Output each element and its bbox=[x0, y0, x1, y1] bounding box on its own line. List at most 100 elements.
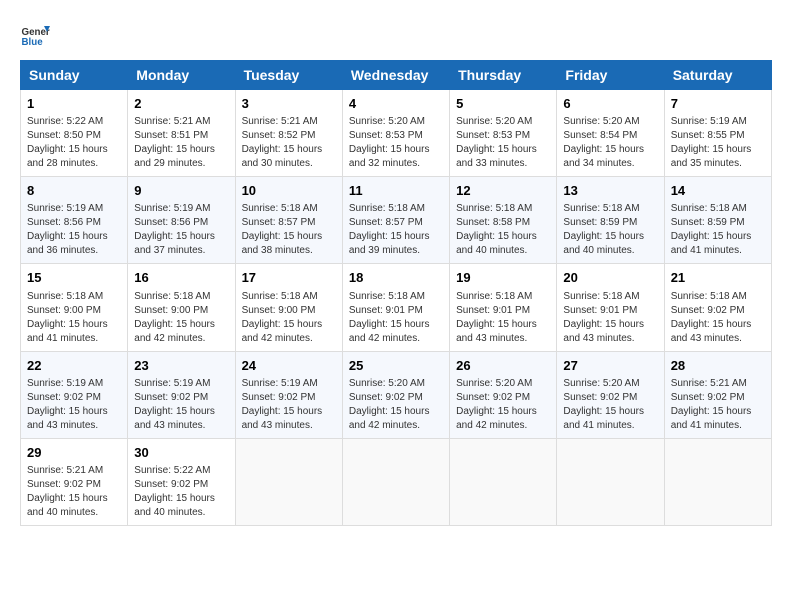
day-info: Sunrise: 5:18 AMSunset: 9:00 PMDaylight:… bbox=[134, 291, 215, 344]
day-info: Sunrise: 5:20 AMSunset: 8:53 PMDaylight:… bbox=[349, 116, 430, 169]
day-info: Sunrise: 5:20 AMSunset: 8:54 PMDaylight:… bbox=[563, 116, 644, 169]
table-row: 17 Sunrise: 5:18 AMSunset: 9:00 PMDaylig… bbox=[235, 264, 342, 351]
day-number: 1 bbox=[27, 95, 121, 113]
day-number: 15 bbox=[27, 269, 121, 287]
day-number: 10 bbox=[242, 182, 336, 200]
table-row: 22 Sunrise: 5:19 AMSunset: 9:02 PMDaylig… bbox=[21, 351, 128, 438]
day-info: Sunrise: 5:20 AMSunset: 9:02 PMDaylight:… bbox=[456, 378, 537, 431]
table-row bbox=[557, 438, 664, 525]
day-number: 6 bbox=[563, 95, 657, 113]
logo: General Blue bbox=[20, 20, 56, 50]
table-row: 18 Sunrise: 5:18 AMSunset: 9:01 PMDaylig… bbox=[342, 264, 449, 351]
table-row: 24 Sunrise: 5:19 AMSunset: 9:02 PMDaylig… bbox=[235, 351, 342, 438]
table-row: 10 Sunrise: 5:18 AMSunset: 8:57 PMDaylig… bbox=[235, 177, 342, 264]
day-info: Sunrise: 5:18 AMSunset: 8:57 PMDaylight:… bbox=[242, 203, 323, 256]
table-row: 14 Sunrise: 5:18 AMSunset: 8:59 PMDaylig… bbox=[664, 177, 771, 264]
day-number: 19 bbox=[456, 269, 550, 287]
day-info: Sunrise: 5:19 AMSunset: 8:55 PMDaylight:… bbox=[671, 116, 752, 169]
day-number: 28 bbox=[671, 357, 765, 375]
table-row: 12 Sunrise: 5:18 AMSunset: 8:58 PMDaylig… bbox=[450, 177, 557, 264]
table-row: 23 Sunrise: 5:19 AMSunset: 9:02 PMDaylig… bbox=[128, 351, 235, 438]
day-number: 20 bbox=[563, 269, 657, 287]
table-row bbox=[235, 438, 342, 525]
day-number: 27 bbox=[563, 357, 657, 375]
day-info: Sunrise: 5:18 AMSunset: 8:57 PMDaylight:… bbox=[349, 203, 430, 256]
day-info: Sunrise: 5:18 AMSunset: 8:59 PMDaylight:… bbox=[671, 203, 752, 256]
day-info: Sunrise: 5:20 AMSunset: 9:02 PMDaylight:… bbox=[349, 378, 430, 431]
table-row: 5 Sunrise: 5:20 AMSunset: 8:53 PMDayligh… bbox=[450, 90, 557, 177]
day-number: 4 bbox=[349, 95, 443, 113]
table-row: 11 Sunrise: 5:18 AMSunset: 8:57 PMDaylig… bbox=[342, 177, 449, 264]
day-info: Sunrise: 5:18 AMSunset: 9:02 PMDaylight:… bbox=[671, 291, 752, 344]
day-info: Sunrise: 5:18 AMSunset: 9:00 PMDaylight:… bbox=[242, 291, 323, 344]
day-info: Sunrise: 5:21 AMSunset: 8:52 PMDaylight:… bbox=[242, 116, 323, 169]
day-info: Sunrise: 5:19 AMSunset: 8:56 PMDaylight:… bbox=[134, 203, 215, 256]
day-number: 25 bbox=[349, 357, 443, 375]
day-number: 23 bbox=[134, 357, 228, 375]
day-info: Sunrise: 5:18 AMSunset: 9:01 PMDaylight:… bbox=[456, 291, 537, 344]
svg-text:Blue: Blue bbox=[22, 37, 44, 48]
table-row: 26 Sunrise: 5:20 AMSunset: 9:02 PMDaylig… bbox=[450, 351, 557, 438]
table-row: 25 Sunrise: 5:20 AMSunset: 9:02 PMDaylig… bbox=[342, 351, 449, 438]
table-row bbox=[664, 438, 771, 525]
table-row: 8 Sunrise: 5:19 AMSunset: 8:56 PMDayligh… bbox=[21, 177, 128, 264]
day-info: Sunrise: 5:22 AMSunset: 9:02 PMDaylight:… bbox=[134, 465, 215, 518]
day-info: Sunrise: 5:18 AMSunset: 8:59 PMDaylight:… bbox=[563, 203, 644, 256]
table-row: 28 Sunrise: 5:21 AMSunset: 9:02 PMDaylig… bbox=[664, 351, 771, 438]
table-row: 4 Sunrise: 5:20 AMSunset: 8:53 PMDayligh… bbox=[342, 90, 449, 177]
day-number: 5 bbox=[456, 95, 550, 113]
table-row: 13 Sunrise: 5:18 AMSunset: 8:59 PMDaylig… bbox=[557, 177, 664, 264]
day-number: 22 bbox=[27, 357, 121, 375]
table-row: 9 Sunrise: 5:19 AMSunset: 8:56 PMDayligh… bbox=[128, 177, 235, 264]
day-number: 8 bbox=[27, 182, 121, 200]
day-number: 3 bbox=[242, 95, 336, 113]
table-row: 2 Sunrise: 5:21 AMSunset: 8:51 PMDayligh… bbox=[128, 90, 235, 177]
day-number: 13 bbox=[563, 182, 657, 200]
header: General Blue bbox=[20, 20, 772, 50]
table-row: 27 Sunrise: 5:20 AMSunset: 9:02 PMDaylig… bbox=[557, 351, 664, 438]
day-header-saturday: Saturday bbox=[664, 61, 771, 90]
table-row: 19 Sunrise: 5:18 AMSunset: 9:01 PMDaylig… bbox=[450, 264, 557, 351]
table-row bbox=[450, 438, 557, 525]
table-row bbox=[342, 438, 449, 525]
day-header-wednesday: Wednesday bbox=[342, 61, 449, 90]
logo-icon: General Blue bbox=[20, 20, 50, 50]
table-row: 30 Sunrise: 5:22 AMSunset: 9:02 PMDaylig… bbox=[128, 438, 235, 525]
day-number: 12 bbox=[456, 182, 550, 200]
table-row: 29 Sunrise: 5:21 AMSunset: 9:02 PMDaylig… bbox=[21, 438, 128, 525]
day-number: 18 bbox=[349, 269, 443, 287]
table-row: 7 Sunrise: 5:19 AMSunset: 8:55 PMDayligh… bbox=[664, 90, 771, 177]
day-header-monday: Monday bbox=[128, 61, 235, 90]
day-info: Sunrise: 5:18 AMSunset: 8:58 PMDaylight:… bbox=[456, 203, 537, 256]
day-info: Sunrise: 5:19 AMSunset: 8:56 PMDaylight:… bbox=[27, 203, 108, 256]
day-header-sunday: Sunday bbox=[21, 61, 128, 90]
day-number: 16 bbox=[134, 269, 228, 287]
day-number: 2 bbox=[134, 95, 228, 113]
table-row: 21 Sunrise: 5:18 AMSunset: 9:02 PMDaylig… bbox=[664, 264, 771, 351]
day-number: 24 bbox=[242, 357, 336, 375]
table-row: 15 Sunrise: 5:18 AMSunset: 9:00 PMDaylig… bbox=[21, 264, 128, 351]
day-number: 21 bbox=[671, 269, 765, 287]
day-info: Sunrise: 5:20 AMSunset: 8:53 PMDaylight:… bbox=[456, 116, 537, 169]
day-number: 9 bbox=[134, 182, 228, 200]
day-info: Sunrise: 5:19 AMSunset: 9:02 PMDaylight:… bbox=[242, 378, 323, 431]
table-row: 20 Sunrise: 5:18 AMSunset: 9:01 PMDaylig… bbox=[557, 264, 664, 351]
day-number: 11 bbox=[349, 182, 443, 200]
table-row: 3 Sunrise: 5:21 AMSunset: 8:52 PMDayligh… bbox=[235, 90, 342, 177]
day-info: Sunrise: 5:18 AMSunset: 9:01 PMDaylight:… bbox=[349, 291, 430, 344]
day-number: 7 bbox=[671, 95, 765, 113]
day-number: 14 bbox=[671, 182, 765, 200]
day-number: 26 bbox=[456, 357, 550, 375]
day-header-thursday: Thursday bbox=[450, 61, 557, 90]
day-info: Sunrise: 5:21 AMSunset: 8:51 PMDaylight:… bbox=[134, 116, 215, 169]
day-number: 29 bbox=[27, 444, 121, 462]
day-info: Sunrise: 5:22 AMSunset: 8:50 PMDaylight:… bbox=[27, 116, 108, 169]
day-info: Sunrise: 5:19 AMSunset: 9:02 PMDaylight:… bbox=[27, 378, 108, 431]
day-info: Sunrise: 5:19 AMSunset: 9:02 PMDaylight:… bbox=[134, 378, 215, 431]
table-row: 16 Sunrise: 5:18 AMSunset: 9:00 PMDaylig… bbox=[128, 264, 235, 351]
day-number: 30 bbox=[134, 444, 228, 462]
table-row: 1 Sunrise: 5:22 AMSunset: 8:50 PMDayligh… bbox=[21, 90, 128, 177]
day-info: Sunrise: 5:21 AMSunset: 9:02 PMDaylight:… bbox=[671, 378, 752, 431]
day-info: Sunrise: 5:20 AMSunset: 9:02 PMDaylight:… bbox=[563, 378, 644, 431]
day-info: Sunrise: 5:21 AMSunset: 9:02 PMDaylight:… bbox=[27, 465, 108, 518]
